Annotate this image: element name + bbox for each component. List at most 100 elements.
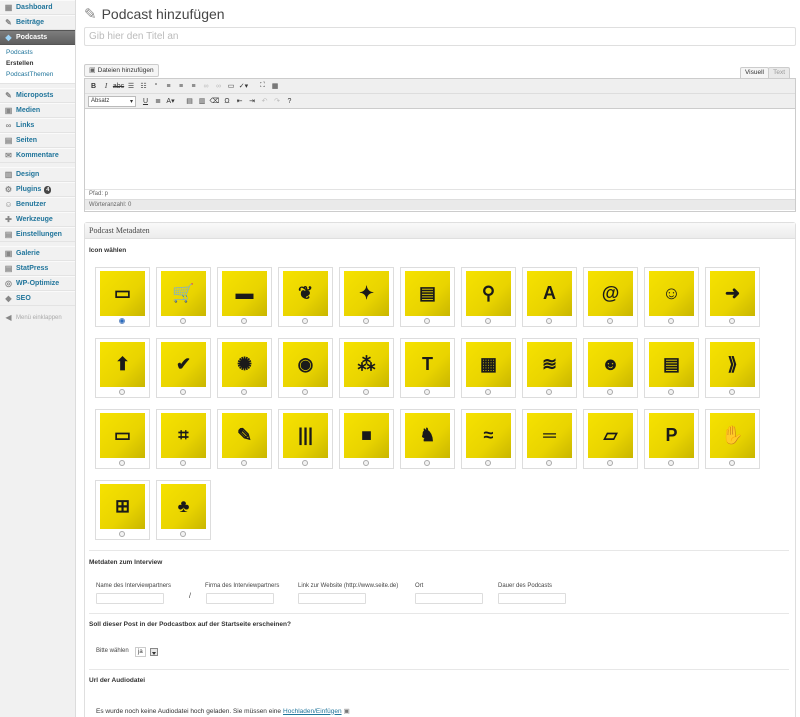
- icon-radio[interactable]: [546, 389, 552, 395]
- editor-body[interactable]: [85, 109, 795, 189]
- sidebar-item-plugins[interactable]: ⚙ Plugins 4: [0, 182, 75, 197]
- icon-option[interactable]: ☺: [644, 267, 699, 327]
- icon-radio[interactable]: [119, 531, 125, 537]
- sidebar-item-dashboard[interactable]: ▦ Dashboard: [0, 0, 75, 15]
- redo-icon[interactable]: ↷: [272, 96, 283, 107]
- icon-option[interactable]: ⚲: [461, 267, 516, 327]
- interviewee-name-input[interactable]: [96, 593, 164, 604]
- icon-radio[interactable]: [485, 460, 491, 466]
- icon-radio[interactable]: [241, 318, 247, 324]
- paste-word-icon[interactable]: ▥: [197, 96, 208, 107]
- icon-radio[interactable]: [363, 389, 369, 395]
- icon-radio[interactable]: [546, 318, 552, 324]
- icon-option[interactable]: ≋: [522, 338, 577, 398]
- indent-icon[interactable]: ⇥: [247, 96, 258, 107]
- company-input[interactable]: [206, 593, 274, 604]
- icon-radio[interactable]: [180, 460, 186, 466]
- icon-radio[interactable]: [302, 318, 308, 324]
- icon-option[interactable]: ✺: [217, 338, 272, 398]
- icon-radio[interactable]: [302, 460, 308, 466]
- icon-option[interactable]: ▱: [583, 409, 638, 469]
- submenu-item[interactable]: Erstellen: [0, 58, 75, 69]
- icon-option[interactable]: ⬆: [95, 338, 150, 398]
- icon-option[interactable]: ☻: [583, 338, 638, 398]
- unlink-icon[interactable]: ∞: [213, 81, 224, 92]
- align-left-icon[interactable]: ≡: [163, 81, 174, 92]
- more-tag-icon[interactable]: ▭: [226, 81, 237, 92]
- icon-option[interactable]: ✎: [217, 409, 272, 469]
- icon-radio[interactable]: [607, 389, 613, 395]
- bold-button[interactable]: B: [88, 81, 99, 92]
- frontpage-select[interactable]: ja: [135, 647, 158, 657]
- bullet-list-icon[interactable]: ☰: [126, 81, 137, 92]
- icon-radio[interactable]: [180, 318, 186, 324]
- sidebar-item-statpress[interactable]: ▤ StatPress: [0, 261, 75, 276]
- fullscreen-icon[interactable]: ⛶: [257, 81, 268, 92]
- sidebar-item-podcasts[interactable]: ◆ Podcasts: [0, 30, 75, 45]
- location-input[interactable]: [415, 593, 483, 604]
- icon-radio[interactable]: [607, 460, 613, 466]
- sidebar-item-microposts[interactable]: ✎ Microposts: [0, 88, 75, 103]
- text-color-icon[interactable]: A▾: [165, 96, 176, 107]
- icon-option[interactable]: ≈: [461, 409, 516, 469]
- icon-radio[interactable]: [424, 460, 430, 466]
- justify-icon[interactable]: ≣: [153, 96, 164, 107]
- icon-radio[interactable]: [729, 389, 735, 395]
- strikethrough-button[interactable]: abc: [113, 81, 124, 92]
- sidebar-item-einstellungen[interactable]: ▤ Einstellungen: [0, 227, 75, 242]
- icon-option[interactable]: |||: [278, 409, 333, 469]
- icon-radio[interactable]: [729, 460, 735, 466]
- sidebar-item-wp-optimize[interactable]: ◎ WP-Optimize: [0, 276, 75, 291]
- icon-option[interactable]: ▦: [461, 338, 516, 398]
- icon-radio[interactable]: [668, 389, 674, 395]
- icon-option[interactable]: ♣: [156, 480, 211, 540]
- align-right-icon[interactable]: ≡: [188, 81, 199, 92]
- add-media-button[interactable]: ▣ Dateien hinzufügen: [84, 64, 159, 77]
- icon-option[interactable]: ⁂: [339, 338, 394, 398]
- sidebar-item-kommentare[interactable]: ✉ Kommentare: [0, 148, 75, 163]
- help-icon[interactable]: ?: [284, 96, 295, 107]
- sidebar-item-medien[interactable]: ▣ Medien: [0, 103, 75, 118]
- icon-option[interactable]: ✋: [705, 409, 760, 469]
- duration-input[interactable]: [498, 593, 566, 604]
- format-select[interactable]: Absatz ▾: [88, 95, 136, 107]
- icon-option[interactable]: @: [583, 267, 638, 327]
- icon-radio[interactable]: [241, 389, 247, 395]
- sidebar-item-seo[interactable]: ◆ SEO: [0, 291, 75, 306]
- icon-option[interactable]: ✦: [339, 267, 394, 327]
- italic-button[interactable]: I: [101, 81, 112, 92]
- align-center-icon[interactable]: ≡: [176, 81, 187, 92]
- icon-option[interactable]: ◉: [278, 338, 333, 398]
- sidebar-item-seiten[interactable]: ▤ Seiten: [0, 133, 75, 148]
- icon-radio[interactable]: [424, 318, 430, 324]
- icon-radio[interactable]: [241, 460, 247, 466]
- icon-radio[interactable]: [668, 460, 674, 466]
- icon-option[interactable]: ▭: [95, 409, 150, 469]
- icon-option[interactable]: ▤: [400, 267, 455, 327]
- icon-radio[interactable]: [729, 318, 735, 324]
- icon-radio[interactable]: [180, 389, 186, 395]
- sidebar-item-beitr-ge[interactable]: ✎ Beiträge: [0, 15, 75, 30]
- blockquote-icon[interactable]: “: [151, 81, 162, 92]
- icon-radio[interactable]: [485, 318, 491, 324]
- underline-button[interactable]: U: [140, 96, 151, 107]
- icon-radio[interactable]: [668, 318, 674, 324]
- icon-radio[interactable]: [302, 389, 308, 395]
- paste-text-icon[interactable]: ▤: [184, 96, 195, 107]
- sidebar-item-werkzeuge[interactable]: ✚ Werkzeuge: [0, 212, 75, 227]
- outdent-icon[interactable]: ⇤: [234, 96, 245, 107]
- clear-format-icon[interactable]: ⌫: [209, 96, 220, 107]
- icon-option[interactable]: ♞: [400, 409, 455, 469]
- tab-text[interactable]: Text: [768, 67, 790, 78]
- chevron-down-icon[interactable]: [149, 648, 158, 656]
- tab-visual[interactable]: Visuell: [739, 67, 769, 78]
- icon-option[interactable]: ▬: [217, 267, 272, 327]
- icon-option[interactable]: T: [400, 338, 455, 398]
- frontpage-select-value[interactable]: ja: [135, 647, 146, 657]
- sidebar-item-links[interactable]: ∞ Links: [0, 118, 75, 133]
- icon-option[interactable]: ✔: [156, 338, 211, 398]
- icon-option[interactable]: A: [522, 267, 577, 327]
- icon-option[interactable]: ⌗: [156, 409, 211, 469]
- icon-option[interactable]: ⊞: [95, 480, 150, 540]
- icon-option[interactable]: ▭: [95, 267, 150, 327]
